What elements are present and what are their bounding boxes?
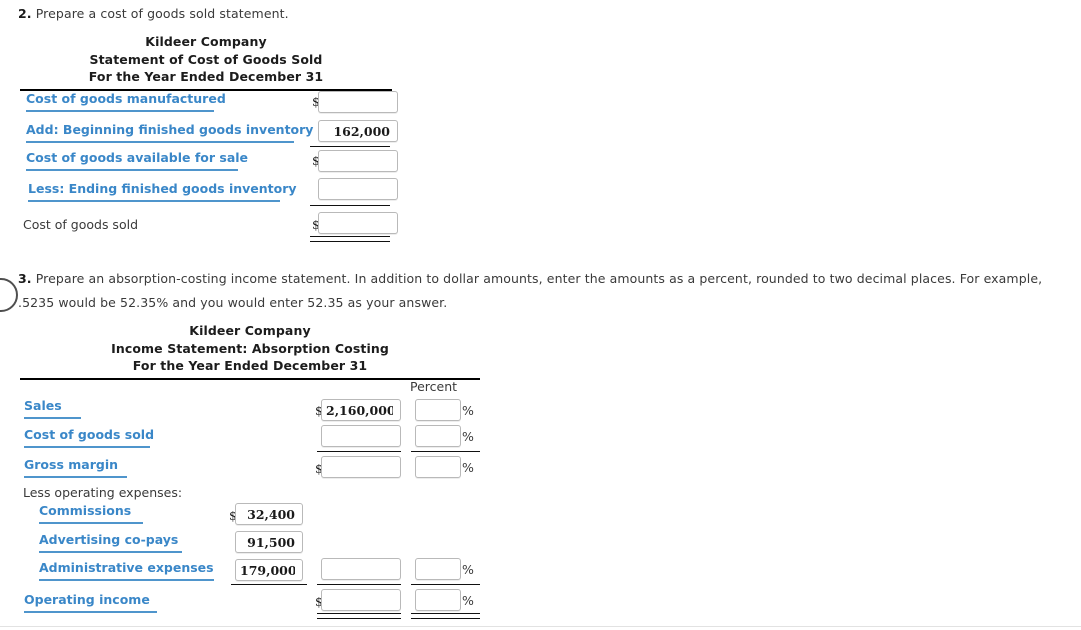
cogs-title-period: For the Year Ended December 31 [88,69,324,84]
cogs-label-cost-of-goods-manufactured: Cost of goods manufactured [26,90,226,112]
question-2-text: Prepare a cost of goods sold statement. [35,6,289,21]
absorption-input-sales-amount[interactable] [321,399,401,421]
cogs-label-cost-of-goods-available-for-sale: Cost of goods available for sale [26,149,248,171]
cogs-subtotal-rule-2 [310,205,390,206]
absorption-label-commissions: Commissions [39,502,143,524]
cogs-label-ending-finished-goods-inventory: Less: Ending finished goods inventory [28,180,297,202]
absorption-input-cost-of-goods-sold-amount[interactable] [321,425,401,447]
absorption-percent-sign-operating-expenses: % [462,562,474,577]
cogs-label-beginning-finished-goods-inventory: Add: Beginning finished goods inventory [26,121,313,143]
absorption-input-advertising-co-pays-amount[interactable] [235,531,303,553]
absorption-label-gross-margin: Gross margin [24,456,127,478]
absorption-subtotal-rule-2b [317,584,401,585]
absorption-subtotal-rule-1b [411,451,480,452]
absorption-costing-income-statement: Kildeer Company Income Statement: Absorp… [20,322,480,380]
question-3-prompt: 3. Prepare an absorption-costing income … [18,267,1076,315]
absorption-label-administrative-expenses: Administrative expenses [39,559,214,581]
absorption-input-sales-percent[interactable] [415,399,461,421]
absorption-input-gross-margin-percent[interactable] [415,456,461,478]
cogs-input-cost-of-goods-manufactured[interactable] [318,91,398,113]
absorption-input-commissions-amount[interactable] [235,503,303,525]
absorption-input-operating-income-percent[interactable] [415,589,461,611]
absorption-total-double-rule-b [411,613,480,619]
absorption-input-gross-margin-amount[interactable] [321,456,401,478]
question-2-number: 2. [18,6,32,21]
absorption-title-statement: Income Statement: Absorption Costing [111,340,389,356]
cogs-input-cost-of-goods-sold[interactable] [318,212,398,234]
cogs-title-company: Kildeer Company [145,34,267,49]
absorption-percent-sign-operating-income: % [462,593,474,608]
question-2-prompt: 2. Prepare a cost of goods sold statemen… [18,2,918,26]
cogs-title-statement: Statement of Cost of Goods Sold [89,51,323,67]
absorption-input-total-operating-expenses[interactable] [321,558,401,580]
question-3-number: 3. [18,271,32,286]
cogs-input-beginning-finished-goods-inventory[interactable] [318,120,398,142]
absorption-label-operating-income: Operating income [24,591,157,613]
absorption-label-advertising-co-pays: Advertising co-pays [39,531,182,553]
page-bottom-divider [0,626,1081,627]
absorption-total-double-rule-a [317,613,401,619]
question-3-text: Prepare an absorption-costing income sta… [18,271,1043,310]
absorption-label-cost-of-goods-sold: Cost of goods sold [24,426,154,448]
cogs-subtotal-rule-1 [310,146,390,147]
left-edge-circle-artifact [0,278,18,312]
percent-column-header: Percent [410,379,458,394]
cogs-input-ending-finished-goods-inventory[interactable] [318,178,398,200]
absorption-subtotal-rule-1a [317,451,401,452]
absorption-input-administrative-expenses-amount[interactable] [235,559,303,581]
cogs-total-double-rule [310,236,390,242]
absorption-subtotal-rule-2a [231,584,307,585]
absorption-label-sales: Sales [24,397,81,419]
absorption-input-operating-income-amount[interactable] [321,589,401,611]
absorption-label-less-operating-expenses: Less operating expenses: [23,485,183,500]
absorption-percent-sign-sales: % [462,403,474,418]
cogs-label-cost-of-goods-sold: Cost of goods sold [23,217,139,232]
absorption-percent-sign-cogs: % [462,429,474,444]
cogs-input-cost-of-goods-available-for-sale[interactable] [318,150,398,172]
absorption-title-company: Kildeer Company [189,323,311,338]
absorption-percent-sign-gross-margin: % [462,460,474,475]
absorption-title-period: For the Year Ended December 31 [132,358,368,373]
absorption-input-operating-expenses-percent[interactable] [415,558,461,580]
cost-of-goods-sold-statement: Kildeer Company Statement of Cost of Goo… [20,33,392,91]
absorption-subtotal-rule-2c [411,584,480,585]
absorption-input-cost-of-goods-sold-percent[interactable] [415,425,461,447]
